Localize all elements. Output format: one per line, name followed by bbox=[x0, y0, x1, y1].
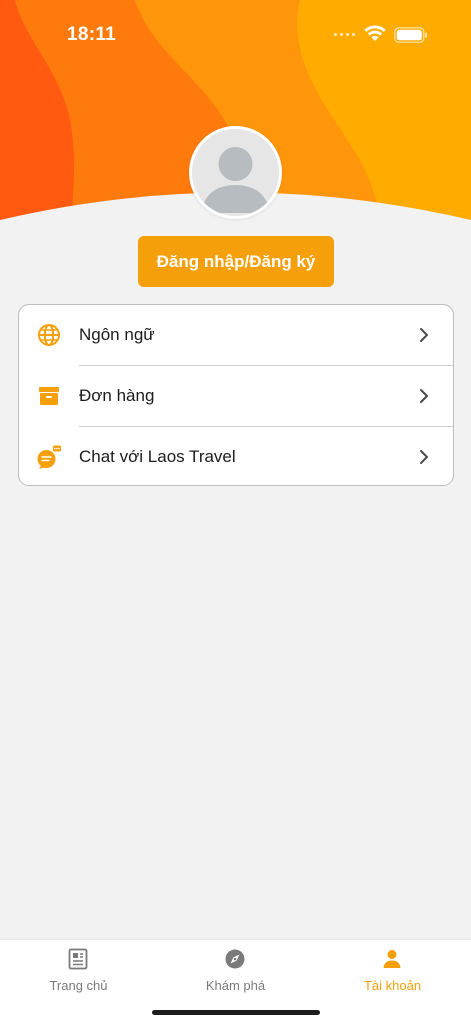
account-menu: Ngôn ngữ Đơn hàng Chat với Laos Travel bbox=[18, 304, 454, 486]
compass-icon bbox=[225, 949, 245, 969]
battery-icon bbox=[394, 27, 427, 43]
chat-bubble-icon bbox=[37, 445, 61, 469]
tab-explore[interactable]: Khám phá bbox=[157, 940, 314, 1000]
menu-item-language[interactable]: Ngôn ngữ bbox=[19, 305, 453, 365]
menu-item-language-label: Ngôn ngữ bbox=[79, 325, 155, 344]
status-time: 18:11 bbox=[67, 24, 117, 45]
chevron-right-icon bbox=[420, 328, 428, 342]
avatar-placeholder-icon bbox=[192, 129, 279, 216]
menu-item-chat[interactable]: Chat với Laos Travel bbox=[19, 427, 453, 485]
chevron-right-icon bbox=[420, 450, 428, 464]
menu-item-chat-label: Chat với Laos Travel bbox=[79, 447, 236, 466]
menu-item-orders[interactable]: Đơn hàng bbox=[19, 366, 453, 426]
status-bar: 18:11 bbox=[0, 0, 471, 70]
archive-box-icon bbox=[39, 387, 59, 405]
menu-item-orders-label: Đơn hàng bbox=[79, 386, 155, 405]
wifi-icon bbox=[364, 25, 386, 41]
tab-home-label: Trang chủ bbox=[49, 978, 108, 993]
globe-icon bbox=[38, 324, 60, 346]
tab-home[interactable]: Trang chủ bbox=[0, 940, 157, 1000]
person-icon bbox=[383, 950, 401, 968]
tab-account-label: Tài khoản bbox=[363, 978, 422, 993]
home-indicator bbox=[152, 1010, 320, 1015]
tab-account[interactable]: Tài khoản bbox=[314, 940, 471, 1000]
newspaper-icon bbox=[68, 948, 88, 970]
tab-explore-label: Khám phá bbox=[205, 978, 266, 993]
chevron-right-icon bbox=[420, 389, 428, 403]
login-register-label: Đăng nhập/Đăng ký bbox=[156, 251, 316, 271]
login-register-button[interactable]: Đăng nhập/Đăng ký bbox=[138, 236, 334, 287]
avatar[interactable] bbox=[189, 126, 282, 219]
cellular-signal-icon bbox=[334, 33, 355, 36]
